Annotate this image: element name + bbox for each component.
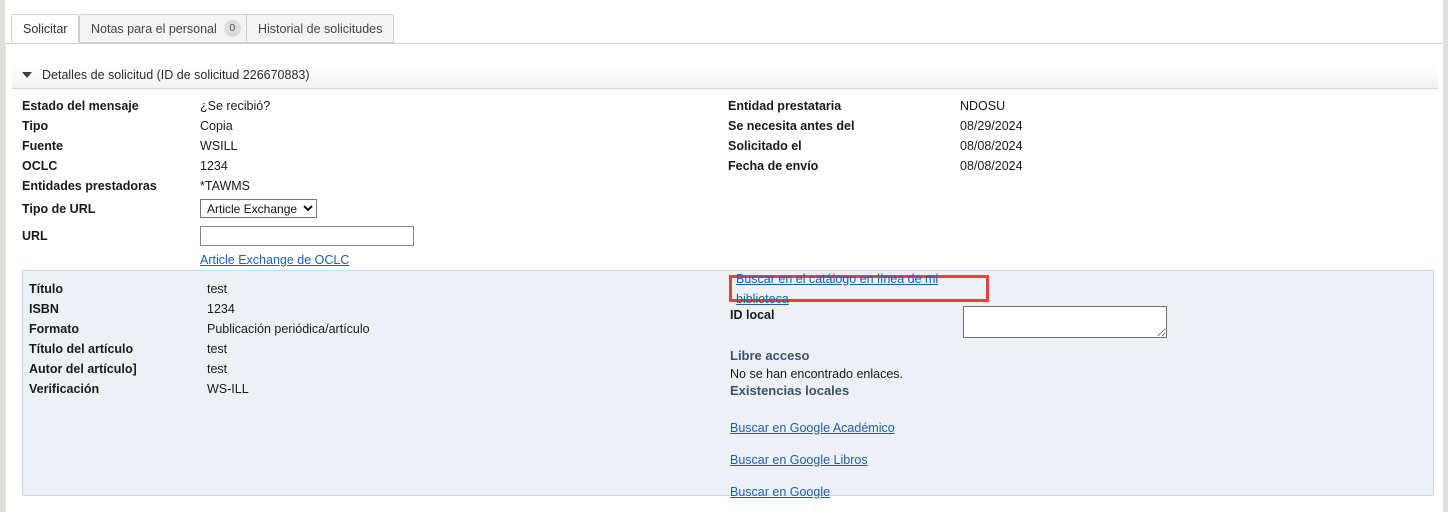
url-label: URL xyxy=(22,229,48,243)
article-exchange-link-row: Article Exchange de OCLC xyxy=(22,250,712,270)
id-local-textarea[interactable] xyxy=(963,306,1167,338)
bibliographic-panel: Título test ISBN 1234 Formato Publicació… xyxy=(22,270,1434,499)
detail-label: Se necesita antes del xyxy=(728,119,855,133)
biblio-label: Verificación xyxy=(29,382,100,396)
search-google-link[interactable]: Buscar en Google xyxy=(730,482,895,502)
details-column-left: Estado del mensaje ¿Se recibió? Tipo Cop… xyxy=(22,96,712,270)
detail-row-fecha-de-envio: Fecha de envío 08/08/2024 xyxy=(728,156,1428,176)
biblio-label: Título del artículo xyxy=(29,342,134,356)
detail-row-se-necesita-antes-del: Se necesita antes del 08/29/2024 xyxy=(728,116,1428,136)
detail-row-entidad-prestataria: Entidad prestataria NDOSU xyxy=(728,96,1428,116)
article-exchange-link[interactable]: Article Exchange de OCLC xyxy=(200,250,349,270)
biblio-row-formato: Formato Publicación periódica/artículo xyxy=(29,319,709,339)
detail-label: Fuente xyxy=(22,139,63,153)
search-library-catalog-link[interactable]: Buscar en el catálogo en línea de mi bib… xyxy=(736,269,986,309)
search-google-books-link[interactable]: Buscar en Google Libros xyxy=(730,450,895,470)
biblio-value: test xyxy=(207,282,228,296)
detail-row-oclc: OCLC 1234 xyxy=(22,156,712,176)
url-type-label: Tipo de URL xyxy=(22,202,96,216)
detail-label: Entidades prestadoras xyxy=(22,179,157,193)
url-input[interactable] xyxy=(200,226,414,246)
detail-value: 08/08/2024 xyxy=(960,139,1023,153)
tab-label: Notas para el personal xyxy=(91,21,217,36)
detail-row-entidades-prestadoras: Entidades prestadoras *TAWMS xyxy=(22,176,712,196)
biblio-row-isbn: ISBN 1234 xyxy=(29,299,709,319)
biblio-row-titulo-del-articulo: Título del artículo test xyxy=(29,339,709,359)
tab-label: Solicitar xyxy=(23,21,68,36)
tab-label: Historial de solicitudes xyxy=(258,21,383,36)
biblio-label: Autor del artículo] xyxy=(29,362,137,376)
detail-label: Fecha de envío xyxy=(728,159,819,173)
external-search-links: Buscar en Google Académico Buscar en Goo… xyxy=(730,418,895,514)
section-header-request-details[interactable]: Detalles de solicitud (ID de solicitud 2… xyxy=(12,62,1438,89)
detail-row-solicitado-el: Solicitado el 08/08/2024 xyxy=(728,136,1428,156)
detail-label: Solicitado el xyxy=(728,139,802,153)
biblio-row-autor-del-articulo: Autor del artículo] test xyxy=(29,359,709,379)
request-details-card: Detalles de solicitud (ID de solicitud 2… xyxy=(5,44,1443,512)
detail-label: Estado del mensaje xyxy=(22,99,139,113)
right-rail xyxy=(1443,0,1448,512)
detail-value: NDOSU xyxy=(960,99,1006,113)
url-type-select[interactable]: Article Exchange xyxy=(200,199,317,218)
local-holdings-heading: Existencias locales xyxy=(730,383,850,398)
id-local-row: ID local xyxy=(729,304,1429,344)
biblio-value: 1234 xyxy=(207,302,235,316)
page-frame: Solicitar Notas para el personal 0 Histo… xyxy=(0,0,1448,512)
biblio-label: Título xyxy=(29,282,64,296)
biblio-value: Publicación periódica/artículo xyxy=(207,322,370,336)
biblio-value: WS-ILL xyxy=(207,382,249,396)
tab-notas-para-el-personal[interactable]: Notas para el personal 0 xyxy=(79,14,253,43)
biblio-label: Formato xyxy=(29,322,79,336)
section-title: Detalles de solicitud (ID de solicitud 2… xyxy=(42,68,310,82)
detail-value: 08/08/2024 xyxy=(960,159,1023,173)
detail-label: Entidad prestataria xyxy=(728,99,842,113)
biblio-value: test xyxy=(207,342,228,356)
tab-historial-de-solicitudes[interactable]: Historial de solicitudes xyxy=(246,14,395,43)
detail-row-fuente: Fuente WSILL xyxy=(22,136,712,156)
biblio-value: test xyxy=(207,362,228,376)
details-column-right: Entidad prestataria NDOSU Se necesita an… xyxy=(728,96,1428,176)
detail-row-tipo: Tipo Copia xyxy=(22,116,712,136)
open-access-heading: Libre acceso xyxy=(730,348,810,363)
detail-value: Copia xyxy=(200,119,233,133)
detail-label: Tipo xyxy=(22,119,49,133)
tab-solicitar[interactable]: Solicitar xyxy=(11,14,80,43)
detail-value: ¿Se recibió? xyxy=(200,99,271,113)
open-access-message: No se han encontrado enlaces. xyxy=(730,367,904,381)
biblio-label: ISBN xyxy=(29,302,59,316)
detail-value: 1234 xyxy=(200,159,228,173)
id-local-label: ID local xyxy=(730,308,775,322)
detail-label: OCLC xyxy=(22,159,58,173)
biblio-row-titulo: Título test xyxy=(29,279,709,299)
tab-badge-count: 0 xyxy=(223,20,241,37)
bibliographic-column: Título test ISBN 1234 Formato Publicació… xyxy=(29,279,709,399)
detail-row-tipo-de-url: Tipo de URL Article Exchange xyxy=(22,199,712,219)
chevron-down-icon[interactable] xyxy=(22,72,32,78)
biblio-row-verificacion: Verificación WS-ILL xyxy=(29,379,709,399)
search-google-scholar-link[interactable]: Buscar en Google Académico xyxy=(730,418,895,438)
tab-bar: Solicitar Notas para el personal 0 Histo… xyxy=(5,14,1443,44)
catalog-link-highlight: Buscar en el catálogo en línea de mi bib… xyxy=(729,272,989,306)
detail-value: WSILL xyxy=(200,139,238,153)
detail-row-url: URL xyxy=(22,226,712,246)
detail-value: *TAWMS xyxy=(200,179,250,193)
detail-value: 08/29/2024 xyxy=(960,119,1023,133)
detail-row-estado-del-mensaje: Estado del mensaje ¿Se recibió? xyxy=(22,96,712,116)
